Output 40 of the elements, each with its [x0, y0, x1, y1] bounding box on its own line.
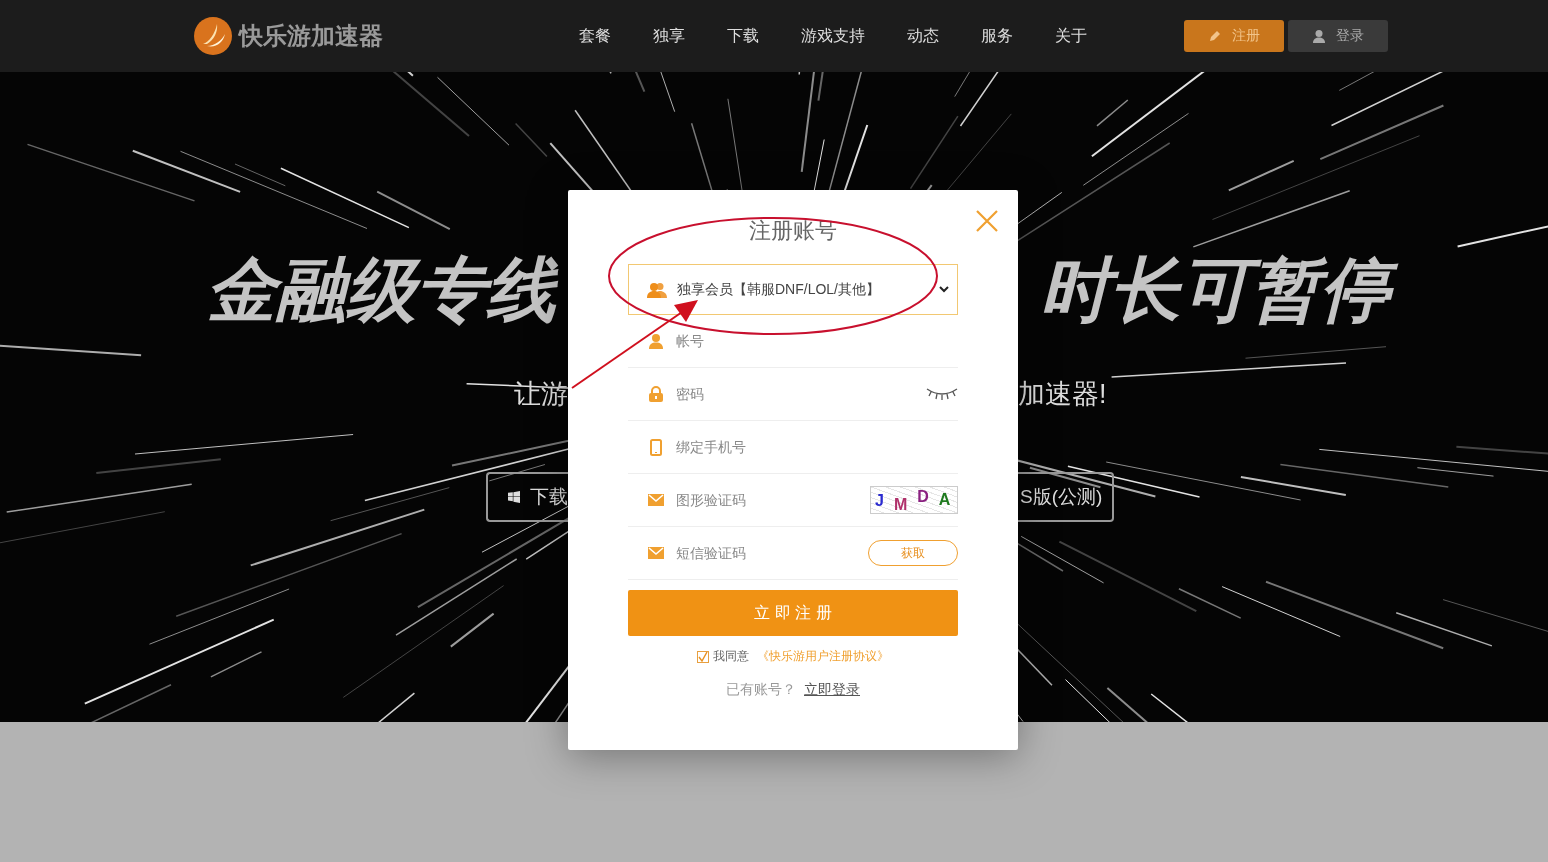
agreement-label: 我同意	[713, 648, 749, 665]
captcha-field[interactable]: 图形验证码	[676, 485, 860, 515]
login-button[interactable]: 登录	[1288, 20, 1388, 52]
person-icon	[1312, 29, 1326, 43]
people-icon	[647, 281, 667, 298]
logo-text[interactable]: 快乐游加速器	[239, 20, 383, 52]
nav-link[interactable]: 游戏支持	[801, 25, 865, 47]
nav-link[interactable]: 动态	[907, 25, 939, 47]
close-icon[interactable]	[976, 210, 998, 232]
account-field[interactable]: 帐号	[676, 326, 958, 356]
chevron-down-icon	[939, 286, 949, 293]
hero-title: 时长可暂停	[1018, 250, 1408, 330]
captcha-letter: J	[875, 492, 884, 510]
logo-icon	[193, 16, 233, 56]
password-field[interactable]: 密码	[676, 379, 916, 409]
hero-title: 金融级专线	[190, 250, 568, 330]
person-icon	[649, 333, 663, 349]
captcha-letter: M	[893, 496, 908, 514]
nav-link[interactable]: 套餐	[579, 25, 611, 47]
sms-code-field[interactable]: 短信验证码	[676, 538, 858, 568]
hero-subtitle: 加速器!	[1018, 378, 1108, 410]
nav-link[interactable]: 关于	[1055, 25, 1087, 47]
nav-link[interactable]: 下载	[727, 25, 759, 47]
agreement-checkbox[interactable]	[697, 650, 709, 663]
login-prompt: 已有账号？	[726, 681, 796, 697]
captcha-letter: D	[917, 488, 929, 506]
phone-icon	[650, 438, 662, 456]
envelope-icon	[648, 547, 664, 559]
login-link[interactable]: 立即登录	[804, 681, 860, 697]
captcha-letter: A	[938, 491, 951, 509]
nav-link[interactable]: 独享	[653, 25, 685, 47]
pencil-icon	[1208, 29, 1222, 43]
phone-field[interactable]: 绑定手机号	[676, 432, 958, 462]
hero-subtitle: 让游	[513, 378, 568, 410]
captcha-image[interactable]: J M D A	[870, 486, 958, 514]
nav-link[interactable]: 服务	[981, 25, 1013, 47]
closed-eye-icon[interactable]	[926, 387, 958, 401]
lock-icon	[649, 386, 663, 402]
envelope-icon	[648, 494, 664, 506]
membership-select[interactable]: 独享会员【韩服DNF/LOL/其他】	[628, 264, 958, 315]
